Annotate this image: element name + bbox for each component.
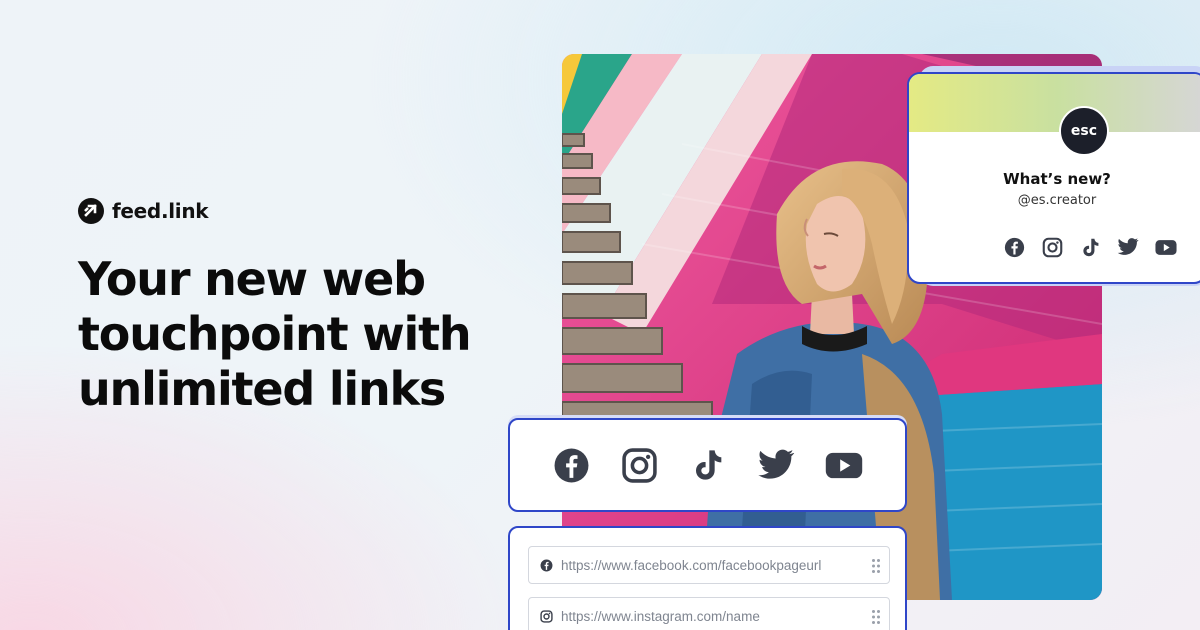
facebook-icon (539, 558, 553, 572)
social-icons-bar (508, 418, 907, 512)
link-editor-panel: https://www.facebook.com/facebookpageurl… (508, 526, 907, 630)
headline-line-2: touchpoint with (78, 307, 472, 361)
profile-title: What’s new? (1003, 170, 1111, 188)
hero-headline: Your new web touchpoint with unlimited l… (78, 252, 508, 417)
brand-name: feed.link (112, 199, 209, 223)
headline-line-1: Your new web (78, 252, 426, 306)
tiktok-icon[interactable] (1079, 236, 1101, 258)
youtube-icon[interactable] (825, 446, 863, 484)
tiktok-icon[interactable] (689, 446, 727, 484)
facebook-icon[interactable] (1003, 236, 1025, 258)
link-url-value[interactable]: https://www.instagram.com/name (561, 609, 760, 624)
drag-handle-icon[interactable] (871, 609, 881, 625)
twitter-icon[interactable] (1117, 236, 1139, 258)
instagram-icon[interactable] (1041, 236, 1063, 258)
avatar[interactable]: esc (1059, 106, 1109, 156)
profile-banner (909, 74, 1200, 132)
twitter-icon[interactable] (757, 446, 795, 484)
profile-handle: @es.creator (1017, 193, 1097, 208)
profile-social-icons (1003, 236, 1177, 258)
headline-line-3-rest: links (314, 362, 446, 416)
link-row-facebook[interactable]: https://www.facebook.com/facebookpageurl (528, 546, 890, 584)
instagram-icon (539, 609, 553, 623)
profile-card[interactable]: esc What’s new? @es.creator (907, 72, 1200, 284)
headline-emphasis: unlimited (78, 362, 315, 416)
instagram-icon[interactable] (621, 446, 659, 484)
arrow-logo-icon (78, 198, 104, 224)
link-row-instagram[interactable]: https://www.instagram.com/name (528, 597, 890, 630)
brand-logo[interactable]: feed.link (78, 198, 209, 224)
drag-handle-icon[interactable] (871, 558, 881, 574)
link-url-value[interactable]: https://www.facebook.com/facebookpageurl (561, 558, 821, 573)
facebook-icon[interactable] (553, 446, 591, 484)
youtube-icon[interactable] (1155, 236, 1177, 258)
